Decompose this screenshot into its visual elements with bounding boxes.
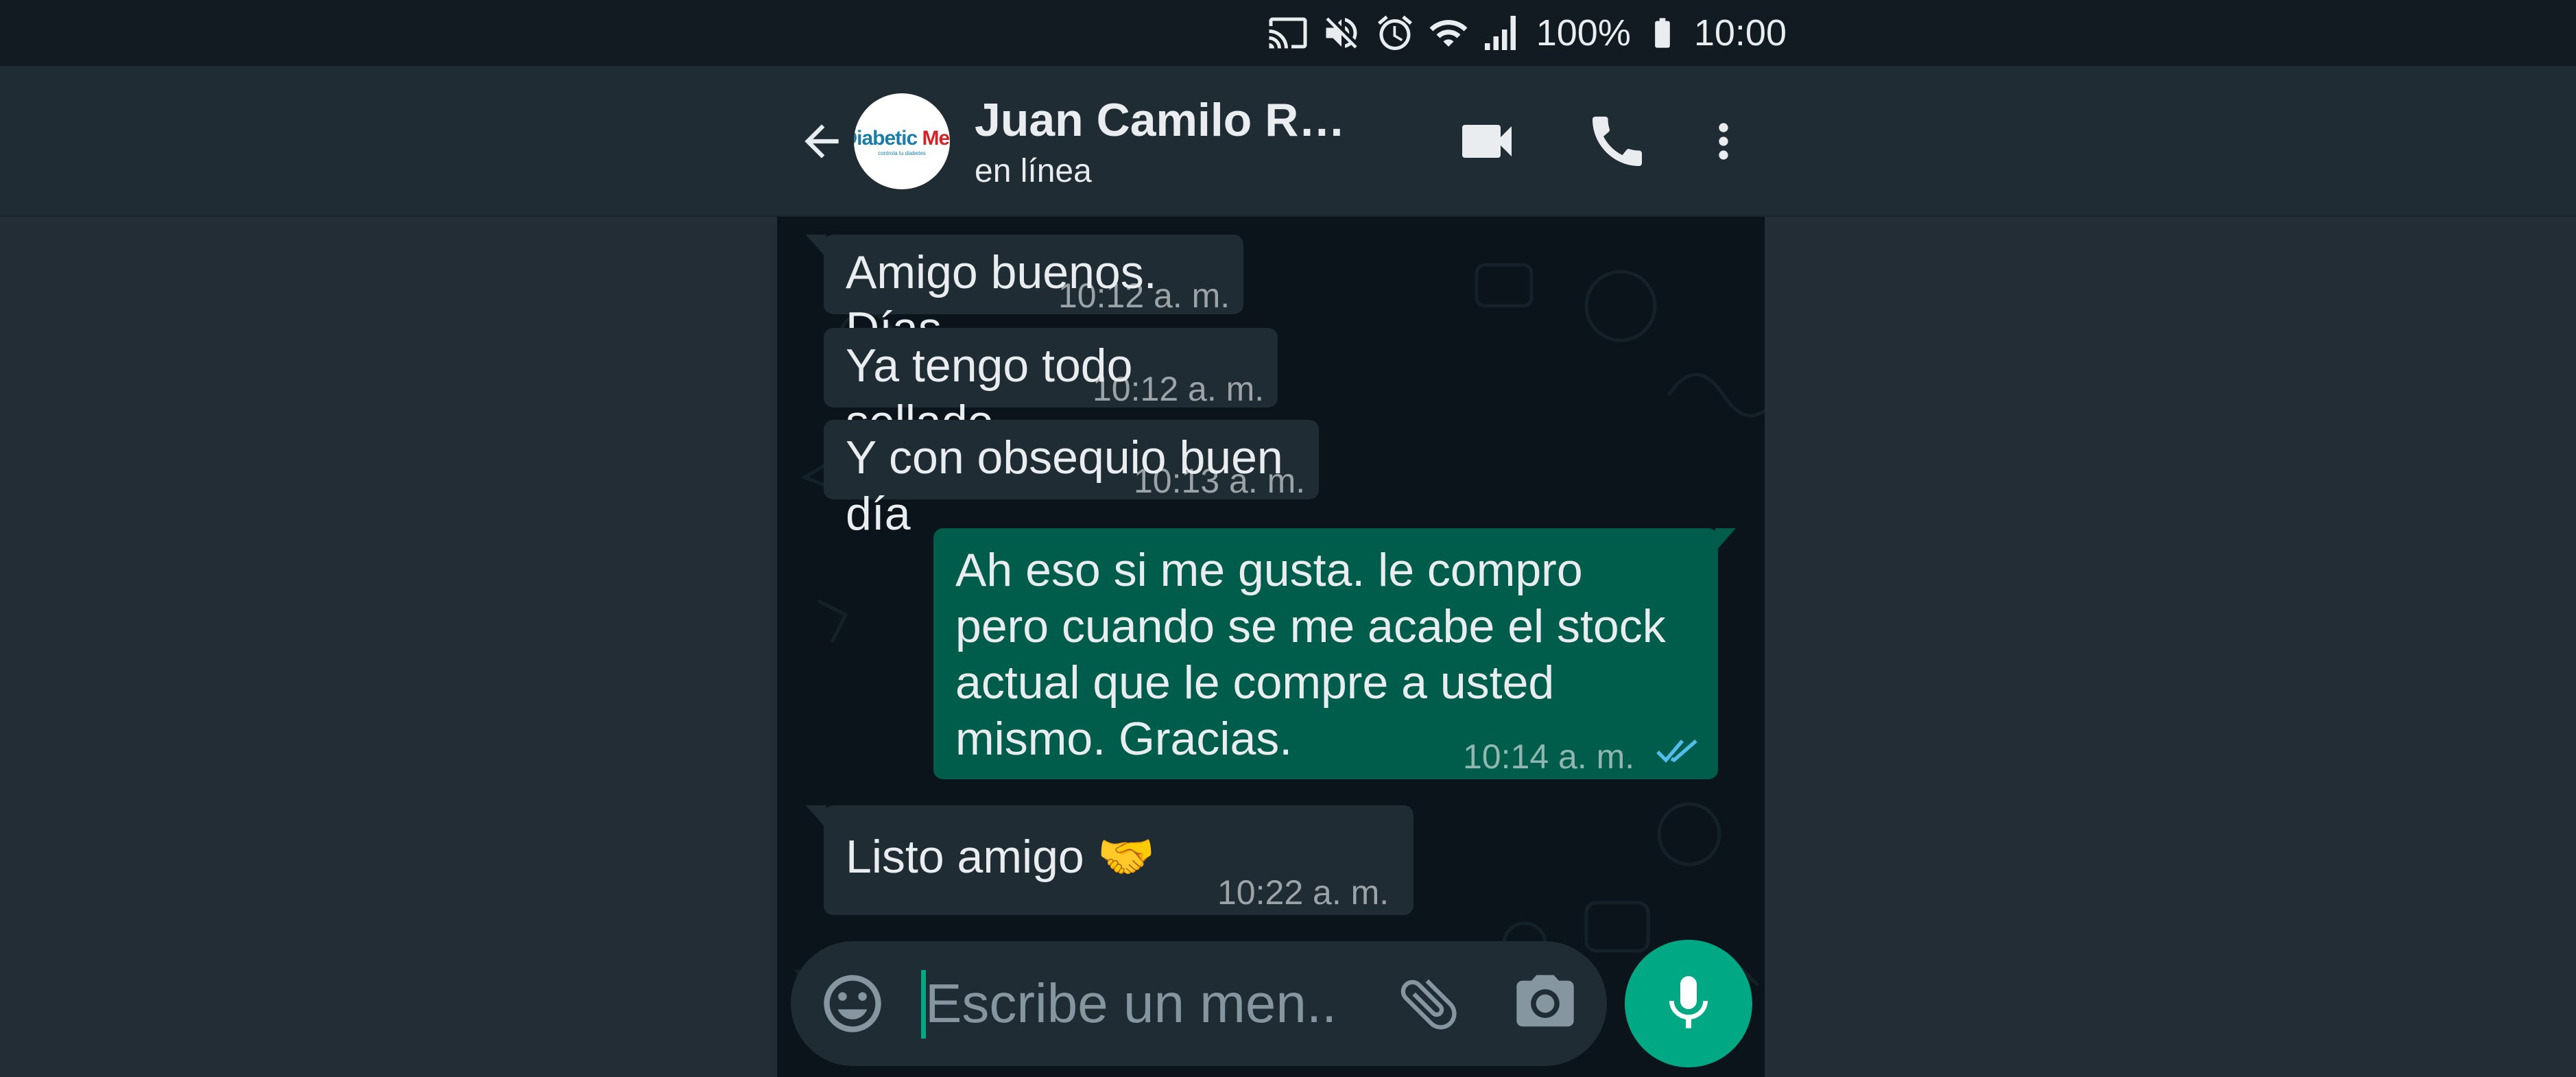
mute-icon	[1326, 17, 1357, 49]
message-text-line: actual que le compre a usted	[955, 656, 1555, 709]
message-text-line: pero cuando se me acabe el stock	[955, 600, 1666, 652]
voice-call-button[interactable]	[1552, 66, 1682, 217]
wifi-icon	[1429, 20, 1468, 47]
message-incoming[interactable]: Ya tengo todo sellado 10:12 a. m.	[824, 328, 1278, 448]
video-call-button[interactable]	[1422, 66, 1552, 217]
contact-status: en línea	[975, 152, 1092, 189]
message-incoming[interactable]: Y con obsequio buen día 10:13 a. m.	[824, 420, 1319, 540]
message-time: 10:12 a. m.	[1093, 370, 1265, 408]
header-actions	[1422, 66, 1765, 217]
emoji-icon	[824, 975, 881, 1032]
cast-icon	[1269, 17, 1307, 49]
message-text-line: Ah eso si me gusta. le compro	[955, 544, 1583, 596]
avatar[interactable]: Diabetic Med controla tu diabetes	[854, 93, 950, 189]
alarm-icon	[1377, 15, 1412, 50]
message-incoming[interactable]: Listo amigo 🤝 10:22 a. m.	[806, 805, 1414, 915]
message-input[interactable]	[925, 966, 1337, 1041]
avatar-subtitle: controla tu diabetes	[878, 150, 926, 156]
chat-header: Diabetic Med controla tu diabetes Juan C…	[777, 66, 1765, 217]
paperclip-icon	[1400, 979, 1457, 1030]
video-call-icon	[1462, 125, 1512, 158]
message-time: 10:22 a. m.	[1217, 873, 1390, 912]
more-options-icon	[1719, 123, 1728, 160]
microphone-icon	[1669, 976, 1708, 1028]
back-button[interactable]	[777, 66, 866, 217]
message-time: 10:14 a. m.	[1463, 737, 1635, 776]
voice-call-icon	[1593, 117, 1642, 166]
read-receipt-icon	[1656, 739, 1697, 763]
message-outgoing[interactable]: Ah eso si me gusta. le compro pero cuand…	[933, 528, 1736, 779]
message-text-line: mismo. Gracias.	[955, 713, 1293, 765]
avatar-logo: Diabetic Med	[854, 126, 950, 150]
signal-icon	[1484, 16, 1516, 50]
status-bar: 100% 10:00	[1267, 0, 1787, 66]
message-time: 10:12 a. m.	[1058, 276, 1230, 315]
phone-screen: 100% 10:00 Diabetic Med controla tu diab…	[777, 0, 1787, 1077]
clock: 10:00	[1693, 12, 1787, 54]
battery-percentage: 100%	[1536, 12, 1631, 54]
message-time: 10:13 a. m.	[1134, 462, 1306, 500]
whatsapp-screen: 100% 10:00 Diabetic Med controla tu diab…	[0, 0, 2576, 1077]
contact-name: Juan Camilo Ra...	[975, 93, 1359, 146]
arrow-back-icon	[804, 124, 839, 158]
attach-button[interactable]	[1394, 969, 1463, 1038]
camera-icon	[1516, 975, 1574, 1027]
camera-button[interactable]	[1511, 969, 1579, 1038]
battery-icon	[1655, 18, 1670, 48]
contact-info[interactable]: Juan Camilo Ra... en línea	[975, 93, 1386, 190]
message-incoming[interactable]: Amigo buenos. Días 10:12 a. m.	[806, 235, 1243, 355]
message-composer	[791, 941, 1607, 1066]
voice-message-button[interactable]	[1625, 940, 1752, 1067]
message-text: Listo amigo 🤝	[846, 831, 1156, 883]
emoji-button[interactable]	[818, 969, 887, 1038]
more-options-button[interactable]	[1682, 66, 1765, 217]
